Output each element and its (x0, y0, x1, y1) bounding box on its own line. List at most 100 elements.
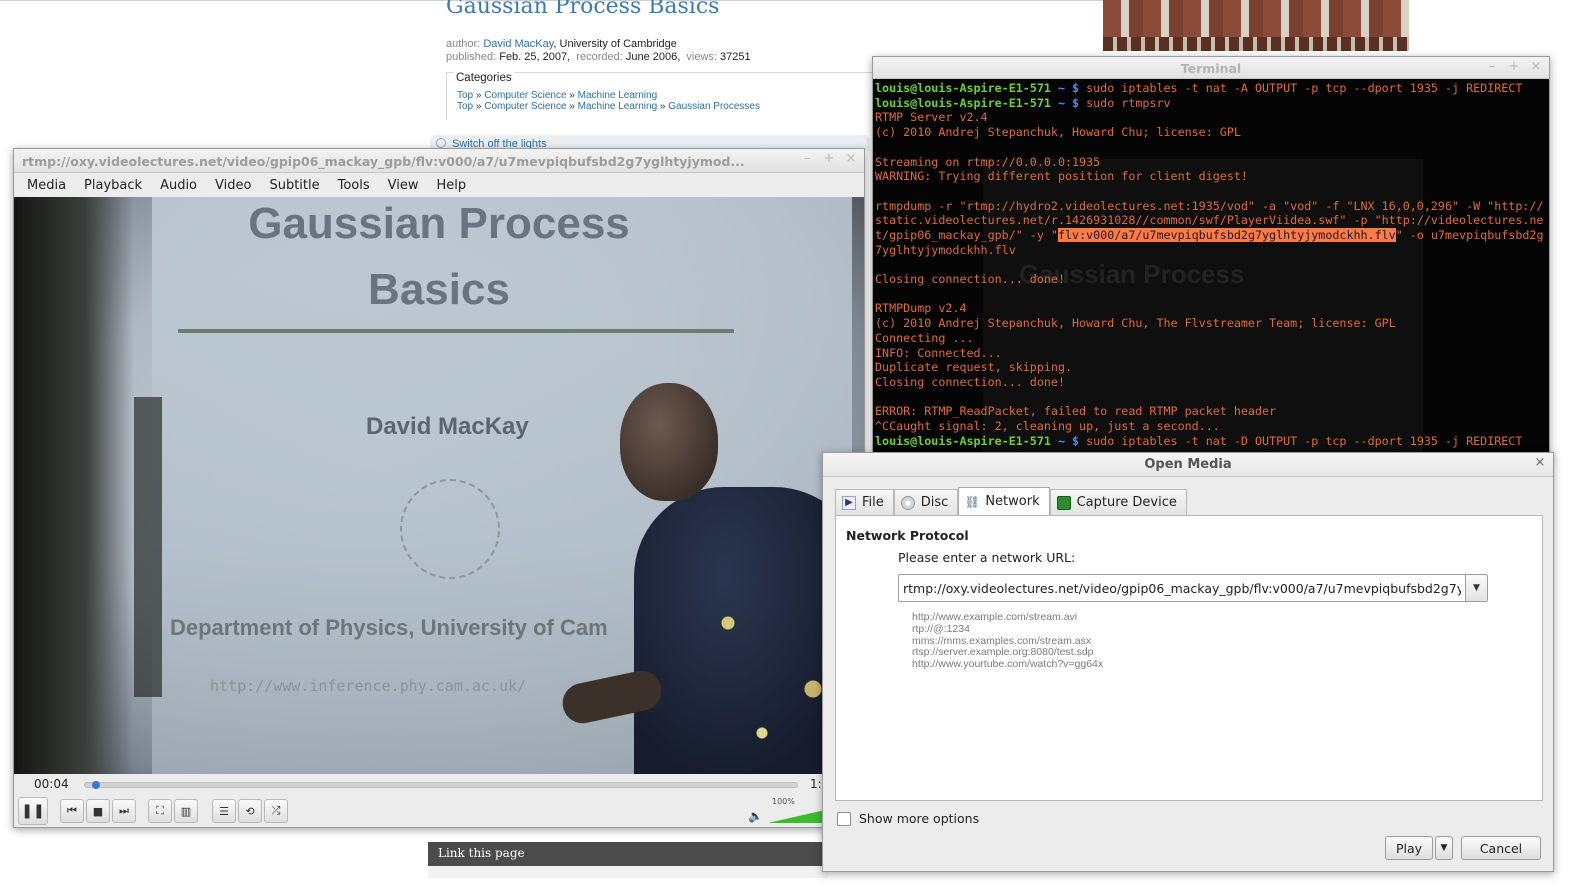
next-button[interactable]: ⏭ (112, 799, 136, 823)
menu-audio[interactable]: Audio (151, 178, 206, 193)
terminal-line: Closing connection... done! (875, 272, 1065, 287)
speaker-head (620, 383, 718, 501)
menu-tools[interactable]: Tools (329, 178, 379, 193)
terminal-window[interactable]: Terminal – + × Gaussian Process louis@lo… (872, 56, 1550, 461)
prompt-command: sudo rtmpsrv (1086, 95, 1171, 110)
video-area[interactable]: Gaussian Process Basics David MacKay Dep… (14, 197, 864, 774)
terminal-line: louis@louis-Aspire-E1-571 ~ $ sudo iptab… (875, 434, 1547, 449)
terminal-title: Terminal (1180, 61, 1242, 76)
menu-help[interactable]: Help (428, 178, 476, 193)
dialog-titlebar[interactable]: Open Media × (823, 453, 1553, 477)
tab-disc[interactable]: Disc (893, 489, 959, 515)
seek-row: 00:04 1: (14, 775, 864, 795)
views-label: views: (686, 51, 717, 63)
category-link[interactable]: Gaussian Processes (668, 101, 760, 112)
category-link[interactable]: Top (457, 101, 473, 112)
network-protocol-title: Network Protocol (846, 528, 969, 543)
slide-department: Department of Physics, University of Cam (170, 615, 608, 640)
menu-view[interactable]: View (379, 178, 428, 193)
network-url-input[interactable] (899, 575, 1465, 601)
minimize-icon[interactable]: – (1485, 60, 1499, 74)
prompt-user: louis@louis-Aspire-E1-571 (875, 433, 1051, 448)
fullscreen-button[interactable]: ⛶ (148, 799, 172, 823)
show-more-options-checkbox[interactable] (837, 811, 851, 826)
shuffle-button[interactable]: ⤮ (264, 799, 288, 823)
prompt-cwd: ~ $ (1050, 81, 1087, 95)
terminal-line: louis@louis-Aspire-E1-571 ~ $ sudo iptab… (875, 81, 1547, 96)
close-icon[interactable]: × (1529, 60, 1543, 74)
close-icon[interactable]: × (1533, 456, 1547, 470)
terminal-output[interactable]: Gaussian Process louis@louis-Aspire-E1-5… (873, 79, 1549, 460)
maximize-icon[interactable]: + (822, 152, 836, 166)
loop-button[interactable]: ⟲ (238, 799, 262, 823)
open-media-dialog[interactable]: Open Media × ▶ File Disc ⛓ Network Captu… (822, 452, 1554, 872)
network-panel: Network Protocol Please enter a network … (835, 515, 1543, 801)
menu-subtitle[interactable]: Subtitle (260, 178, 328, 193)
terminal-line: Connecting ... (875, 330, 974, 345)
prompt-user: louis@louis-Aspire-E1-571 (875, 81, 1051, 95)
publish-line: published: Feb. 25, 2007, recorded: June… (446, 51, 751, 63)
tab-capture-device[interactable]: Capture Device (1049, 489, 1187, 515)
page-footer-strip (428, 866, 828, 878)
previous-icon: ⏮ (67, 804, 77, 817)
author-line: author: David MacKay, University of Camb… (446, 38, 677, 50)
category-link[interactable]: Computer Science (484, 90, 566, 101)
seek-knob[interactable] (92, 781, 100, 789)
terminal-line: Duplicate request, skipping. (875, 360, 1073, 375)
cancel-button[interactable]: Cancel (1461, 836, 1541, 860)
playlist-button[interactable]: ☰ (212, 799, 236, 823)
category-link[interactable]: Top (457, 90, 473, 101)
file-icon: ▶ (842, 495, 856, 510)
category-separator: » (566, 90, 578, 101)
loop-icon: ⟲ (245, 804, 255, 818)
show-more-options[interactable]: Show more options (837, 811, 979, 826)
tab-label: Capture Device (1076, 495, 1177, 510)
category-link[interactable]: Machine Learning (578, 101, 658, 112)
categories-title: Categories (453, 72, 515, 84)
prompt-user: louis@louis-Aspire-E1-571 (875, 95, 1051, 110)
terminal-line: Closing connection... done! (875, 375, 1065, 389)
menu-playback[interactable]: Playback (75, 178, 151, 193)
category-link[interactable]: Computer Science (484, 101, 566, 112)
category-link[interactable]: Machine Learning (578, 90, 658, 101)
source-tabs: ▶ File Disc ⛓ Network Capture Device (835, 487, 1187, 515)
play-options-dropdown[interactable]: ▼ (1435, 836, 1453, 860)
category-separator: » (566, 101, 578, 112)
vlc-titlebar[interactable]: rtmp://oxy.videolectures.net/video/gpip0… (14, 149, 864, 173)
terminal-line: INFO: Connected... (875, 345, 1002, 360)
slide-author: David MacKay (366, 413, 529, 440)
seek-slider[interactable] (84, 781, 798, 789)
vlc-menubar: Media Playback Audio Video Subtitle Tool… (14, 173, 864, 197)
stop-button[interactable]: ■ (86, 799, 110, 823)
slide-title-line1: Gaussian Process (248, 199, 630, 248)
url-history-dropdown[interactable]: ▼ (1465, 575, 1487, 601)
published-value: Feb. 25, 2007, (499, 51, 571, 63)
maximize-icon[interactable]: + (1507, 60, 1521, 74)
menu-video[interactable]: Video (206, 178, 260, 193)
terminal-line: Streaming on rtmp://0.0.0.0:1935 (875, 154, 1101, 169)
close-icon[interactable]: × (844, 152, 858, 166)
link-this-page-bar[interactable]: Link this page (428, 842, 828, 866)
menu-media[interactable]: Media (18, 178, 75, 193)
tab-file[interactable]: ▶ File (835, 489, 894, 515)
terminal-titlebar[interactable]: Terminal – + × (873, 57, 1549, 79)
author-affiliation: , University of Cambridge (553, 38, 677, 50)
minimize-icon[interactable]: – (800, 152, 814, 166)
recorded-value: June 2006, (625, 51, 681, 63)
category-separator: » (657, 101, 669, 112)
slide-rule (178, 329, 734, 333)
speaker-icon[interactable]: 🔈 (748, 809, 763, 823)
recorded-label: recorded: (576, 51, 623, 63)
terminal-line: ERROR: RTMP_ReadPacket, failed to read R… (875, 404, 1277, 419)
network-url-combo[interactable]: ▼ (898, 574, 1488, 602)
tab-network[interactable]: ⛓ Network (958, 487, 1050, 515)
play-button[interactable]: Play (1385, 836, 1433, 860)
chevron-down-icon: ▼ (1473, 583, 1480, 593)
pause-button[interactable]: ❚❚ (18, 797, 48, 825)
extended-settings-button[interactable]: ▥ (174, 799, 198, 823)
author-link[interactable]: David MacKay (483, 38, 553, 50)
previous-button[interactable]: ⏮ (60, 799, 84, 823)
vlc-window[interactable]: rtmp://oxy.videolectures.net/video/gpip0… (13, 148, 865, 828)
